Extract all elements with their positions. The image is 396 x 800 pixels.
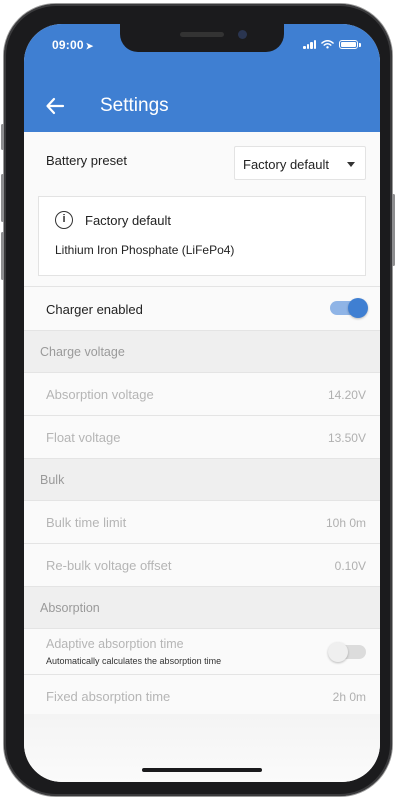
fixed-absorption-label: Fixed absorption time [46,689,171,704]
power-button [392,194,395,266]
page-title: Settings [100,95,169,116]
title-bar: Settings [24,90,380,124]
info-icon: i [55,211,73,229]
charger-enabled-toggle[interactable] [330,298,368,318]
section-charge-voltage: Charge voltage [24,331,380,373]
charger-enabled-label: Charger enabled [46,302,143,317]
rebulk-voltage-offset-value: 0.10V [334,559,366,573]
info-title: Factory default [85,213,171,228]
preset-info-box: i Factory default Lithium Iron Phosphate… [38,196,366,276]
location-arrow-icon: ➤ [85,41,94,51]
info-text: Lithium Iron Phosphate (LiFePo4) [55,243,235,257]
mute-switch [1,124,4,150]
status-time-text: 09:00 [52,38,84,52]
front-camera [238,30,247,39]
section-title: Absorption [40,601,100,615]
chevron-down-icon [347,162,355,167]
section-title: Bulk [40,473,65,487]
battery-preset-row: Battery preset Factory default [24,132,380,188]
phone-frame: 09:00 ➤ Settings Battery preset Factory … [1,4,395,796]
volume-down-button [1,232,4,280]
screen: 09:00 ➤ Settings Battery preset Factory … [24,24,380,782]
fixed-absorption-value: 2h 0m [332,690,366,704]
adaptive-absorption-sublabel: Automatically calculates the absorption … [46,656,222,666]
adaptive-absorption-toggle[interactable] [328,642,366,662]
charger-enabled-row: Charger enabled [24,287,380,331]
bulk-time-limit-label: Bulk time limit [46,515,127,530]
fixed-absorption-row[interactable]: Fixed absorption time 2h 0m [24,675,380,718]
preset-info-wrapper: i Factory default Lithium Iron Phosphate… [24,188,380,287]
back-arrow-icon[interactable] [44,95,66,117]
battery-preset-selected: Factory default [243,157,329,172]
status-icons [303,39,361,49]
float-voltage-label: Float voltage [46,430,121,445]
absorption-voltage-label: Absorption voltage [46,387,154,402]
battery-preset-label: Battery preset [46,153,127,168]
speaker-grill [180,32,224,37]
battery-icon [339,39,361,49]
float-voltage-value: 13.50V [327,431,366,445]
adaptive-absorption-label: Adaptive absorption time [46,637,184,651]
signal-icon [303,39,316,49]
volume-up-button [1,174,4,222]
home-indicator[interactable] [142,768,262,772]
bulk-time-limit-row[interactable]: Bulk time limit 10h 0m [24,501,380,544]
absorption-voltage-row[interactable]: Absorption voltage 14.20V [24,373,380,416]
section-title: Charge voltage [40,345,125,359]
rebulk-voltage-offset-row[interactable]: Re-bulk voltage offset 0.10V [24,544,380,587]
notch [120,24,284,52]
wifi-icon [321,40,334,49]
section-bulk: Bulk [24,459,380,501]
float-voltage-row[interactable]: Float voltage 13.50V [24,416,380,459]
section-absorption: Absorption [24,587,380,629]
absorption-voltage-value: 14.20V [327,388,366,402]
bulk-time-limit-value: 10h 0m [325,516,366,530]
status-time: 09:00 ➤ [52,38,93,52]
adaptive-absorption-row: Adaptive absorption time Automatically c… [24,629,380,675]
battery-preset-dropdown[interactable]: Factory default [234,146,366,180]
rebulk-voltage-offset-label: Re-bulk voltage offset [46,558,172,573]
settings-list: Battery preset Factory default i Factory… [24,132,380,718]
